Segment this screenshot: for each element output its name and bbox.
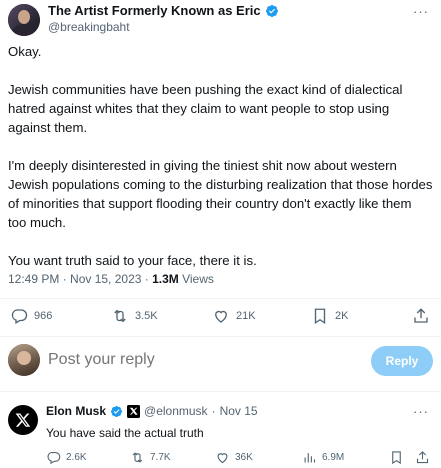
tweet-timestamp[interactable]: 12:49 PM · Nov 15, 2023 · — [8, 272, 152, 286]
verified-badge-icon — [265, 4, 278, 17]
reply-button[interactable]: Reply — [371, 346, 433, 376]
tweet-paragraph: You want truth said to your face, there … — [8, 253, 257, 268]
tweet-paragraph: Jewish communities have been pushing the… — [8, 82, 403, 135]
author-name-row[interactable]: The Artist Formerly Known as Eric — [48, 3, 279, 18]
reply-views-action[interactable]: 6.9M — [302, 450, 344, 465]
reply-like-action[interactable]: 36K — [215, 450, 253, 465]
tweet-paragraph: Okay. — [8, 44, 42, 59]
author-avatar[interactable] — [8, 4, 40, 36]
reply-date[interactable]: Nov 15 — [220, 404, 258, 418]
retweet-count: 3.5K — [135, 310, 158, 322]
divider — [0, 391, 441, 392]
like-icon — [215, 310, 227, 323]
reply-author-handle[interactable]: @elonmusk — [144, 404, 208, 418]
reply-author-name[interactable]: Elon Musk — [46, 404, 106, 418]
bookmark-icon — [392, 451, 401, 465]
retweet-icon — [132, 452, 143, 463]
like-count: 36K — [235, 452, 253, 463]
reply-author-row: Elon Musk @elonmusk · Nov 15 — [46, 404, 258, 418]
reply-author-avatar[interactable] — [8, 405, 38, 435]
tweet-paragraph: I'm deeply disinterested in giving the t… — [8, 158, 433, 230]
reply-count: 2.6K — [66, 452, 87, 463]
reply-retweet-action[interactable]: 7.7K — [130, 450, 171, 465]
divider — [0, 298, 441, 299]
bookmark-action[interactable]: 2K — [311, 307, 348, 325]
x-logo-icon — [15, 413, 31, 427]
share-action[interactable] — [412, 307, 430, 325]
views-count: 1.3M — [152, 272, 179, 286]
reply-input[interactable] — [48, 351, 348, 369]
separator: · — [211, 404, 216, 418]
reply-count: 966 — [34, 310, 53, 322]
reply-share-action[interactable] — [415, 450, 430, 465]
like-action[interactable]: 21K — [212, 307, 256, 325]
x-logo-icon — [127, 404, 141, 418]
tweet-meta: 12:49 PM · Nov 15, 2023 · 1.3M Views — [8, 272, 214, 286]
reply-icon — [47, 451, 61, 465]
retweet-action[interactable]: 3.5K — [111, 307, 158, 325]
more-icon[interactable]: ··· — [413, 4, 429, 19]
views-icon — [304, 453, 316, 463]
verified-badge-icon — [110, 405, 123, 417]
reply-icon — [11, 309, 28, 324]
reply-bookmark-action[interactable] — [389, 450, 404, 465]
views-label: Views — [178, 272, 214, 286]
retweet-icon — [114, 309, 126, 323]
retweet-count: 7.7K — [150, 452, 171, 463]
bookmark-icon — [314, 308, 326, 325]
divider — [0, 336, 441, 337]
bookmark-count: 2K — [335, 310, 349, 322]
tweet-actions: 966 3.5K 21K 2K — [0, 303, 441, 333]
reply-reply-action[interactable]: 2.6K — [46, 450, 87, 465]
share-icon — [414, 308, 428, 323]
reply-text: You have said the actual truth — [46, 426, 204, 440]
tweet-body: Okay. Jewish communities have been pushi… — [8, 42, 433, 289]
current-user-avatar[interactable] — [8, 344, 40, 376]
views-count: 6.9M — [322, 452, 345, 463]
author-name[interactable]: The Artist Formerly Known as Eric — [48, 3, 261, 18]
share-icon — [416, 451, 429, 464]
like-icon — [217, 453, 228, 464]
reply-action[interactable]: 966 — [10, 307, 52, 325]
more-icon[interactable]: ··· — [413, 404, 429, 419]
like-count: 21K — [236, 310, 256, 322]
author-handle[interactable]: @breakingbaht — [48, 20, 130, 34]
